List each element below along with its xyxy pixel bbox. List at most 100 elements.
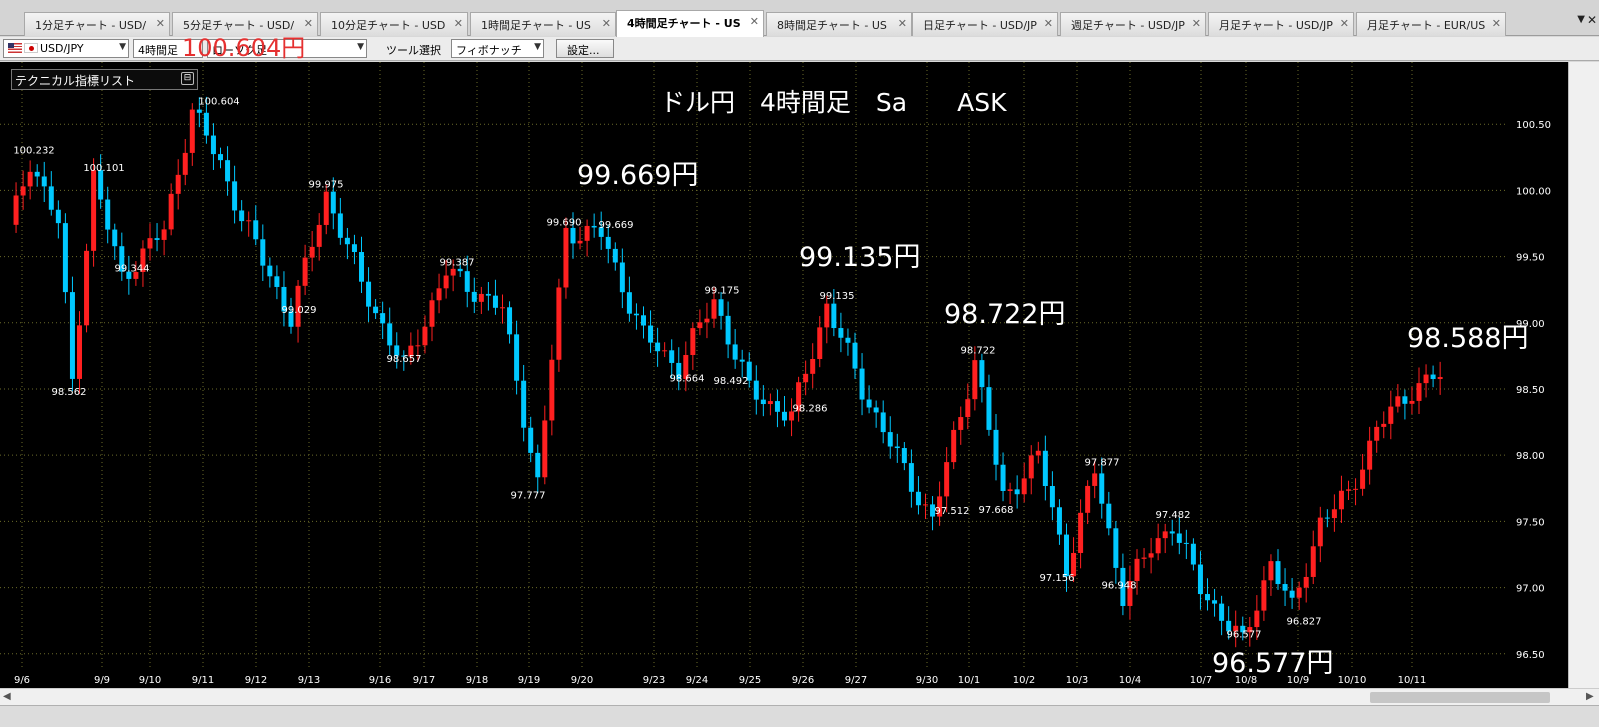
- y-tick-label: 97.00: [1516, 584, 1545, 595]
- candle-body: [1078, 512, 1084, 553]
- close-icon[interactable]: ✕: [1492, 17, 1501, 30]
- tab-label: 1時間足チャート - US: [481, 19, 591, 32]
- close-icon[interactable]: ✕: [750, 15, 759, 28]
- technical-indicator-list-panel[interactable]: テクニカル指標リスト ⊟: [11, 69, 198, 90]
- candle-body: [34, 171, 40, 177]
- candle-body: [873, 407, 879, 413]
- scrollbar-thumb[interactable]: [1370, 692, 1550, 703]
- candle-body: [1430, 374, 1436, 380]
- tab-label: 8時間足チャート - US: [777, 19, 887, 32]
- minimize-icon[interactable]: ⊟: [181, 72, 194, 85]
- candle-body: [20, 186, 26, 196]
- price-label: 99.669: [599, 220, 634, 231]
- settings-button[interactable]: 設定...: [556, 39, 614, 58]
- candle-body: [535, 452, 541, 478]
- candle-body: [429, 300, 435, 327]
- x-tick-label: 10/1: [958, 675, 980, 686]
- price-label: 100.101: [83, 163, 124, 174]
- chevron-down-icon: ▼: [119, 42, 126, 52]
- close-icon[interactable]: ✕: [898, 17, 907, 30]
- candle-body: [203, 112, 209, 136]
- price-label: 98.286: [793, 403, 828, 414]
- candle-body: [549, 359, 555, 421]
- tab-monthly-chart-eurusd[interactable]: 月足チャート - EUR/US ✕: [1356, 12, 1506, 36]
- price-label: 99.135: [820, 291, 855, 302]
- close-window-icon[interactable]: ✕: [1587, 13, 1597, 27]
- horizontal-scrollbar[interactable]: ◀ ▶: [0, 688, 1599, 705]
- candle-body: [859, 368, 865, 400]
- candle-body: [845, 337, 851, 343]
- candle-body: [112, 229, 118, 247]
- candle-body: [1176, 533, 1182, 543]
- candle-body: [1346, 489, 1351, 491]
- candle-body: [41, 176, 47, 187]
- tab-1min-chart[interactable]: 1分足チャート - USD/ ✕: [24, 12, 170, 36]
- candle-body: [1388, 406, 1394, 424]
- candle-body: [1212, 600, 1218, 604]
- right-scroll-strip[interactable]: [1568, 62, 1599, 688]
- candle-body: [182, 152, 188, 175]
- close-icon[interactable]: ✕: [1192, 17, 1201, 30]
- candle-body: [591, 225, 597, 228]
- candle-body: [1381, 423, 1387, 427]
- candle-body: [753, 380, 759, 400]
- scroll-left-icon[interactable]: ◀: [3, 691, 11, 702]
- candle-body: [471, 291, 477, 302]
- candle-body: [880, 412, 886, 433]
- candle-body: [1254, 610, 1260, 628]
- close-icon[interactable]: ✕: [1044, 17, 1053, 30]
- tab-label: 週足チャート - USD/JP: [1071, 19, 1185, 32]
- scroll-right-icon[interactable]: ▶: [1586, 691, 1594, 702]
- tab-1hour-chart[interactable]: 1時間足チャート - US ✕: [470, 12, 616, 36]
- tab-label: 月足チャート - USD/JP: [1219, 19, 1333, 32]
- tab-list-dropdown-icon[interactable]: ▼: [1577, 14, 1585, 25]
- x-tick-label: 9/17: [413, 675, 435, 686]
- candle-body: [803, 373, 809, 383]
- candle-body: [492, 295, 498, 308]
- price-label: 98.657: [387, 354, 422, 365]
- y-tick-label: 98.00: [1516, 451, 1545, 462]
- candle-body: [1374, 426, 1380, 441]
- candle-body: [1007, 489, 1013, 491]
- candle-body: [105, 199, 111, 230]
- price-label: 99.975: [309, 180, 344, 191]
- candle-body: [1303, 576, 1309, 588]
- close-icon[interactable]: ✕: [454, 17, 463, 30]
- candle-body: [1162, 531, 1168, 539]
- price-annotation-large: 98.722円: [944, 299, 1065, 330]
- tab-daily-chart[interactable]: 日足チャート - USD/JP ✕: [912, 12, 1058, 36]
- candle-body: [690, 328, 696, 356]
- tab-weekly-chart[interactable]: 週足チャート - USD/JP ✕: [1060, 12, 1206, 36]
- candle-body: [436, 288, 442, 301]
- candle-body: [485, 293, 491, 296]
- drawing-tool-select[interactable]: フィボナッチ ▼: [451, 39, 544, 58]
- tab-monthly-chart-usdjpy[interactable]: 月足チャート - USD/JP ✕: [1208, 12, 1354, 36]
- candle-body: [626, 292, 632, 314]
- candle-body: [901, 448, 907, 464]
- tab-8hour-chart[interactable]: 8時間足チャート - US ✕: [766, 12, 912, 36]
- candle-body: [175, 174, 181, 194]
- candle-body: [450, 268, 456, 276]
- candle-body: [1169, 531, 1175, 534]
- candle-body: [154, 238, 160, 240]
- close-icon[interactable]: ✕: [602, 17, 611, 30]
- close-icon[interactable]: ✕: [1340, 17, 1349, 30]
- candle-body: [464, 271, 470, 292]
- y-tick-label: 98.50: [1516, 385, 1545, 396]
- candle-body: [993, 429, 999, 465]
- candle-body: [1219, 603, 1225, 621]
- candle-body: [951, 429, 957, 463]
- candle-body: [1134, 558, 1140, 581]
- x-tick-label: 9/13: [298, 675, 320, 686]
- currency-pair-select[interactable]: USD/JPY ▼: [3, 39, 129, 58]
- x-tick-label: 9/19: [518, 675, 540, 686]
- candlestick-chart[interactable]: 100.50 100.00 99.50 99.00 98.50 98.00 97.50 97.…: [0, 62, 1568, 688]
- candle-body: [711, 299, 717, 319]
- candle-body: [570, 227, 576, 244]
- candle-body: [1261, 580, 1267, 611]
- candle-body: [1423, 374, 1429, 384]
- price-label: 96.948: [1102, 580, 1137, 591]
- tab-10min-chart[interactable]: 10分足チャート - USD ✕: [320, 12, 468, 36]
- close-icon[interactable]: ✕: [156, 17, 165, 30]
- tab-4hour-chart[interactable]: 4時間足チャート - US ✕: [616, 10, 764, 37]
